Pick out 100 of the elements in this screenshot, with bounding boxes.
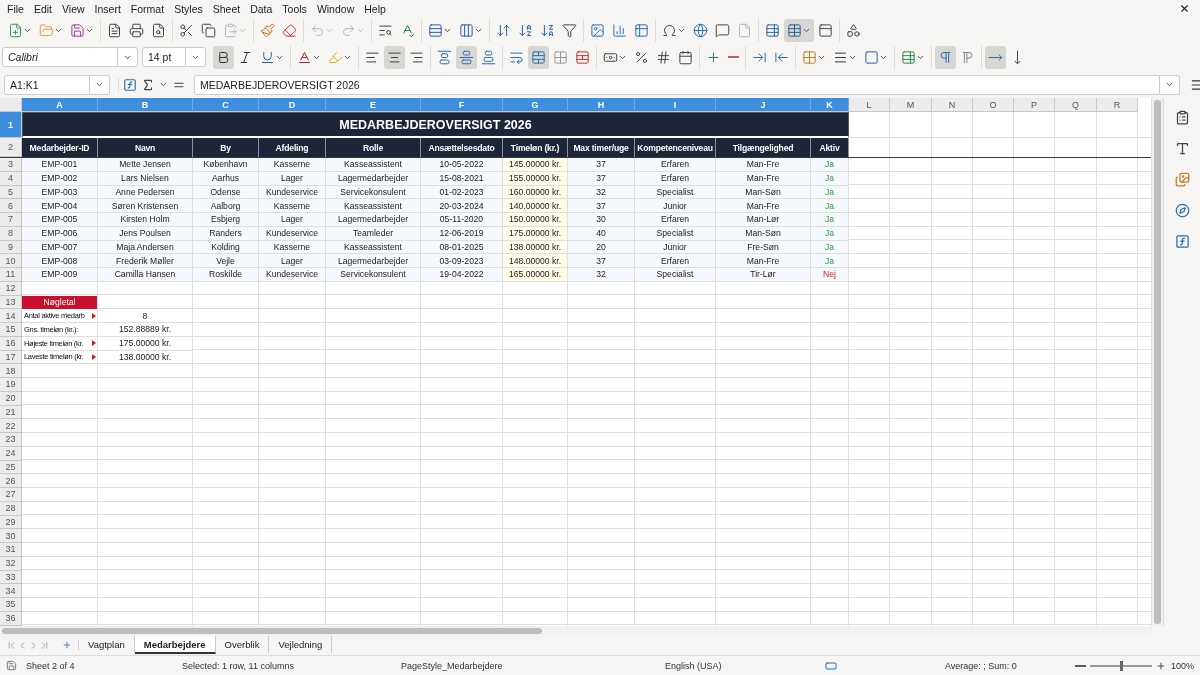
row-header[interactable]: 11 xyxy=(0,268,22,282)
column-header[interactable]: P xyxy=(1014,98,1055,112)
table-cell: Ja xyxy=(811,254,849,268)
column-heading: By xyxy=(193,138,259,157)
row-header[interactable]: 35 xyxy=(0,598,22,612)
column-header[interactable]: N xyxy=(932,98,973,112)
table-cell: Kasserne xyxy=(259,199,326,213)
row-header[interactable]: 23 xyxy=(0,433,22,447)
table-cell: Roskilde xyxy=(193,268,259,282)
table-cell: Erfaren xyxy=(635,213,716,227)
table-cell: EMP-004 xyxy=(22,199,98,213)
table-cell: Kasserne xyxy=(259,158,326,172)
sheet-tab[interactable]: Overblik xyxy=(215,636,270,654)
font-name-field[interactable]: Calibri xyxy=(2,47,118,67)
table-cell: 150.00000 kr. xyxy=(503,213,568,227)
table-cell: Kundeservice xyxy=(259,268,326,282)
table-cell: Servicekonsulent xyxy=(326,268,421,282)
table-cell: København xyxy=(193,158,259,172)
menu-item[interactable]: Help xyxy=(359,0,391,17)
row-header[interactable]: 18 xyxy=(0,364,22,378)
menu-item[interactable]: File xyxy=(2,0,29,17)
table-cell: Tir-Lør xyxy=(716,268,811,282)
table-cell: 30 xyxy=(568,213,635,227)
menu-item[interactable]: Window xyxy=(311,0,360,17)
table-cell: Kasseassistent xyxy=(326,158,421,172)
column-heading: Rolle xyxy=(326,138,421,157)
row-header[interactable]: 7 xyxy=(0,213,22,227)
table-cell: Junior xyxy=(635,199,716,213)
table-cell: 37 xyxy=(568,254,635,268)
row-header[interactable]: 34 xyxy=(0,584,22,598)
row-header[interactable]: 6 xyxy=(0,199,22,213)
menu-item[interactable]: Format xyxy=(125,0,170,17)
menu-item[interactable]: Tools xyxy=(277,0,312,17)
row-header[interactable]: 14 xyxy=(0,309,22,323)
column-header[interactable]: L xyxy=(849,98,890,112)
row-header[interactable]: 3 xyxy=(0,158,22,172)
menu-item[interactable]: Edit xyxy=(28,0,57,17)
table-cell: Lagermedarbejder xyxy=(326,254,421,268)
column-heading: Timeløn (kr.) xyxy=(503,138,568,157)
row-header[interactable]: 31 xyxy=(0,543,22,557)
table-cell: Specialist xyxy=(635,268,716,282)
page-style: PageStyle_Medarbejdere xyxy=(401,660,503,671)
table-cell: 140.00000 kr. xyxy=(503,199,568,213)
column-heading: Kompetenceniveau xyxy=(635,138,716,157)
column-header[interactable]: R xyxy=(1097,98,1138,112)
row-header[interactable]: 22 xyxy=(0,419,22,433)
column-heading: Medarbejder-ID xyxy=(22,138,98,157)
table-cell: 19-04-2022 xyxy=(421,268,503,282)
table-cell: Man-Lør xyxy=(716,213,811,227)
table-cell: 148.00000 kr. xyxy=(503,254,568,268)
row-header[interactable]: 2 xyxy=(0,138,22,157)
table-cell: Vejle xyxy=(193,254,259,268)
table-cell: Nej xyxy=(811,268,849,282)
row-header[interactable]: 10 xyxy=(0,254,22,268)
sheet-tab[interactable]: Vagtplan xyxy=(79,636,135,654)
row-header[interactable]: 30 xyxy=(0,529,22,543)
menu-item[interactable]: Styles xyxy=(169,0,208,17)
column-header[interactable]: Q xyxy=(1055,98,1097,112)
table-cell: Kasseassistent xyxy=(326,199,421,213)
name-box-field[interactable]: A1:K1 xyxy=(4,74,90,95)
sheet-tab[interactable]: Vejledning xyxy=(269,636,333,654)
sheet-tab[interactable]: Medarbejdere xyxy=(134,636,216,654)
sum-summary: Average: ; Sum: 0 xyxy=(945,660,1017,671)
menu-item[interactable]: Sheet xyxy=(207,0,246,17)
table-cell: 05-11-2020 xyxy=(421,213,503,227)
column-heading: Navn xyxy=(98,138,193,157)
formula-input-field[interactable]: MEDARBEJDEROVERSIGT 2026 xyxy=(194,74,1160,95)
table-cell: Frederik Møller xyxy=(98,254,193,268)
table-cell: 37 xyxy=(568,158,635,172)
column-header[interactable]: M xyxy=(890,98,932,112)
table-cell: 37 xyxy=(568,199,635,213)
selection-info: Selected: 1 row, 11 columns xyxy=(182,660,294,671)
menu-item[interactable]: Data xyxy=(245,0,278,17)
column-heading: Tilgængelighed xyxy=(716,138,811,157)
table-cell: 32 xyxy=(568,268,635,282)
table-cell: 03-09-2023 xyxy=(421,254,503,268)
table-cell: EMP-001 xyxy=(22,158,98,172)
table-cell: Ja xyxy=(811,158,849,172)
column-header[interactable]: O xyxy=(973,98,1014,112)
row-header[interactable]: 26 xyxy=(0,474,22,488)
table-cell: 145.00000 kr. xyxy=(503,158,568,172)
table-cell: Lager xyxy=(259,213,326,227)
menu-item[interactable]: Insert xyxy=(89,0,126,17)
column-heading: Max timer/uge xyxy=(568,138,635,157)
column-heading: Afdeling xyxy=(259,138,326,157)
row-header[interactable]: 15 xyxy=(0,323,22,337)
table-cell: Ja xyxy=(811,213,849,227)
table-cell: Ja xyxy=(811,199,849,213)
menu-item[interactable]: View xyxy=(57,0,90,17)
table-cell: Camilla Hansen xyxy=(98,268,193,282)
table-cell: 10-05-2022 xyxy=(421,158,503,172)
column-heading: Ansættelsesdato xyxy=(421,138,503,157)
row-header[interactable]: 19 xyxy=(0,378,22,392)
table-cell: Erfaren xyxy=(635,158,716,172)
table-cell: Mette Jensen xyxy=(98,158,193,172)
font-size-field[interactable]: 14 pt xyxy=(142,47,186,67)
table-cell: Man-Fre xyxy=(716,158,811,172)
column-heading: Aktiv xyxy=(811,138,849,157)
row-header[interactable]: 27 xyxy=(0,488,22,502)
table-cell: Man-Fre xyxy=(716,199,811,213)
